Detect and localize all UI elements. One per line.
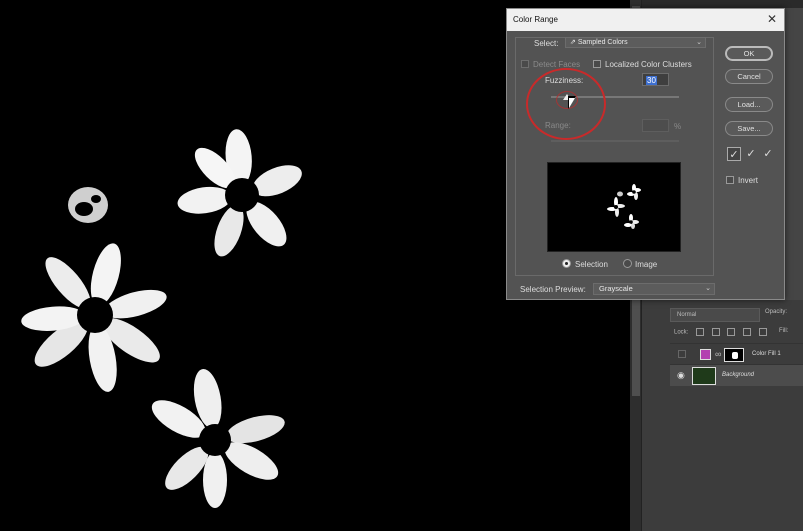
fuzziness-input[interactable]: 30 xyxy=(642,73,669,86)
eyedropper-icon[interactable]: ✓ xyxy=(727,147,741,161)
panel-tab-strip xyxy=(642,0,803,8)
color-fill-swatch[interactable] xyxy=(700,349,711,360)
image-radio-label: Image xyxy=(635,260,658,269)
preview-thumbnail xyxy=(607,184,641,229)
cancel-button[interactable]: Cancel xyxy=(725,69,773,84)
eyedropper-minus-icon[interactable]: ✓ xyxy=(761,147,775,161)
mouse-cursor-icon xyxy=(569,98,575,108)
link-icon[interactable]: ∞ xyxy=(715,349,721,359)
layer-thumbnail[interactable] xyxy=(692,367,716,385)
visibility-toggle-icon[interactable] xyxy=(678,350,686,358)
select-dropdown[interactable]: ⇗ Sampled Colors ⌄ xyxy=(565,37,706,48)
opacity-label: Opacity: xyxy=(765,309,788,315)
eyedropper-plus-icon[interactable]: ✓ xyxy=(744,147,758,161)
lock-artboard-icon[interactable] xyxy=(743,328,752,336)
lock-pixels-icon[interactable] xyxy=(696,328,705,336)
lock-row: Lock: xyxy=(674,328,767,336)
color-range-dialog: Color Range ✕ Select: ⇗ Sampled Colors ⌄… xyxy=(506,8,785,300)
selection-radio[interactable] xyxy=(562,259,571,268)
image-radio[interactable] xyxy=(623,259,632,268)
fill-label: Fill: xyxy=(779,328,789,334)
blend-mode-select[interactable]: Normal xyxy=(670,308,760,322)
localized-clusters-label: Localized Color Clusters xyxy=(605,60,692,69)
select-label: Select: xyxy=(534,39,559,48)
save-button[interactable]: Save... xyxy=(725,121,773,136)
chevron-down-icon: ⌄ xyxy=(696,39,702,46)
lock-paint-icon[interactable] xyxy=(711,328,720,336)
selection-preview-dropdown[interactable]: Grayscale ⌄ xyxy=(593,283,715,295)
eye-icon[interactable]: ◉ xyxy=(677,371,687,380)
eyedropper-small-icon: ⇗ xyxy=(570,39,576,46)
ok-button[interactable]: OK xyxy=(725,46,773,61)
range-input[interactable] xyxy=(642,119,669,132)
localized-clusters-checkbox[interactable] xyxy=(593,60,601,68)
close-icon[interactable]: ✕ xyxy=(767,13,777,25)
invert-label: Invert xyxy=(738,176,759,185)
layer-name: Background xyxy=(722,372,755,378)
range-unit: % xyxy=(674,122,682,131)
lock-all-icon[interactable] xyxy=(758,328,767,336)
dialog-title: Color Range xyxy=(513,15,558,24)
selection-radio-label: Selection xyxy=(575,260,608,269)
lock-label: Lock: xyxy=(674,329,689,336)
layer-row-background[interactable]: ◉ Background xyxy=(670,364,803,386)
chevron-down-icon: ⌄ xyxy=(705,285,711,292)
detect-faces-checkbox[interactable] xyxy=(521,60,529,68)
layer-name: Color Fill 1 xyxy=(752,351,781,357)
selection-preview-image[interactable] xyxy=(547,162,681,252)
layer-row-color-fill[interactable]: ∞ Color Fill 1 xyxy=(670,343,803,365)
selection-preview-label: Selection Preview: xyxy=(520,285,586,294)
invert-checkbox[interactable] xyxy=(726,176,734,184)
lock-position-icon[interactable] xyxy=(727,328,736,336)
load-button[interactable]: Load... xyxy=(725,97,773,112)
range-slider-track[interactable] xyxy=(551,140,679,142)
dialog-titlebar[interactable]: Color Range ✕ xyxy=(507,9,784,31)
layer-mask-thumbnail[interactable] xyxy=(724,348,744,362)
